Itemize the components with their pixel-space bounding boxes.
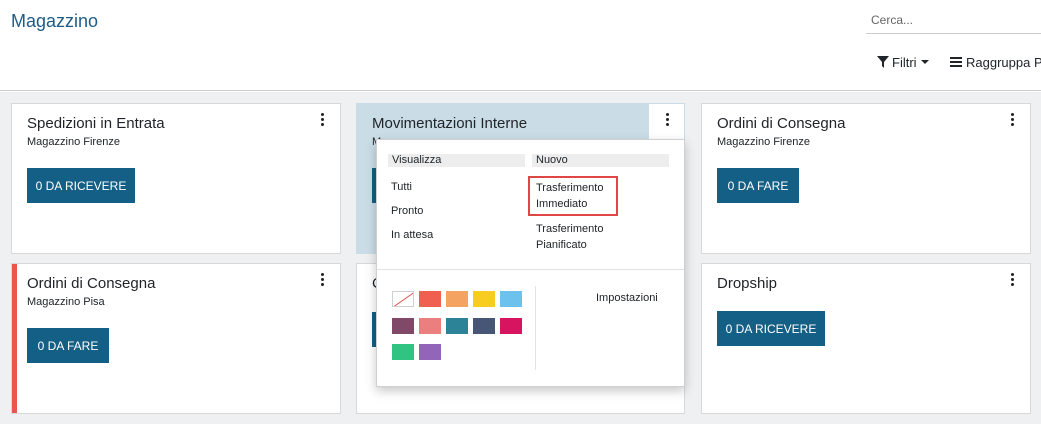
filters-button[interactable]: Filtri	[877, 52, 929, 72]
kebab-menu-icon[interactable]	[1009, 113, 1015, 126]
color-stripe	[12, 264, 17, 413]
kanban-card-spedizioni-in-entrata[interactable]: Spedizioni in Entrata Magazzino Firenze …	[11, 103, 341, 254]
to-receive-button[interactable]: 0 DA RICEVERE	[717, 311, 825, 346]
kebab-menu-icon[interactable]	[664, 113, 670, 126]
group-by-label: Raggruppa Per	[966, 54, 1041, 70]
search-box[interactable]	[866, 6, 1041, 34]
color-swatch[interactable]	[419, 344, 441, 360]
card-dropdown-menu: Visualizza Nuovo Tutti Pronto In attesa …	[376, 139, 685, 387]
card-subtitle: Magazzino Firenze	[717, 136, 810, 148]
group-by-button[interactable]: Raggruppa Per	[950, 52, 1041, 72]
to-do-button[interactable]: 0 DA FARE	[27, 328, 109, 363]
color-swatch-none[interactable]	[392, 291, 414, 307]
kebab-menu-icon[interactable]	[319, 273, 325, 286]
color-swatch[interactable]	[392, 344, 414, 360]
to-receive-button[interactable]: 0 DA RICEVERE	[27, 168, 135, 203]
card-subtitle: Magazzino Pisa	[27, 296, 105, 308]
view-ready-item[interactable]: Pronto	[391, 203, 423, 219]
filters-label: Filtri	[892, 54, 917, 70]
color-swatch[interactable]	[419, 318, 441, 334]
color-swatch[interactable]	[473, 291, 495, 307]
color-swatch[interactable]	[500, 318, 522, 334]
caret-down-icon	[920, 60, 929, 64]
kanban-card-dropship[interactable]: Dropship 0 DA RICEVERE	[701, 263, 1031, 414]
kanban-card-ordini-di-consegna-firenze[interactable]: Ordini di Consegna Magazzino Firenze 0 D…	[701, 103, 1031, 254]
new-planned-transfer-item[interactable]: Trasferimento Pianificato	[536, 221, 620, 253]
color-swatch[interactable]	[419, 291, 441, 307]
color-swatch[interactable]	[446, 291, 468, 307]
card-title: Ordini di Consegna	[717, 115, 846, 132]
settings-item[interactable]: Impostazioni	[596, 290, 658, 306]
card-title: Spedizioni in Entrata	[27, 115, 165, 132]
color-swatch[interactable]	[392, 318, 414, 334]
card-title: Ordini di Consegna	[27, 275, 156, 292]
color-swatch[interactable]	[500, 291, 522, 307]
new-section-header: Nuovo	[532, 154, 669, 167]
divider	[535, 286, 536, 370]
divider	[377, 269, 684, 270]
kebab-menu-icon[interactable]	[319, 113, 325, 126]
to-do-button[interactable]: 0 DA FARE	[717, 168, 799, 203]
color-swatch[interactable]	[473, 318, 495, 334]
new-immediate-transfer-item[interactable]: Trasferimento Immediato	[536, 180, 620, 212]
view-all-item[interactable]: Tutti	[391, 179, 412, 195]
page-title: Magazzino	[11, 11, 99, 31]
card-title: Movimentazioni Interne	[372, 115, 528, 132]
bars-icon	[950, 57, 962, 67]
kebab-menu-icon[interactable]	[1009, 273, 1015, 286]
card-subtitle: Magazzino Firenze	[27, 136, 120, 148]
view-section-header: Visualizza	[388, 154, 525, 167]
kanban-card-ordini-di-consegna-pisa[interactable]: Ordini di Consegna Magazzino Pisa 0 DA F…	[11, 263, 341, 414]
view-waiting-item[interactable]: In attesa	[391, 227, 433, 243]
filter-icon	[877, 56, 889, 68]
control-panel: Magazzino Filtri Raggruppa Per	[0, 0, 1041, 91]
color-swatch[interactable]	[446, 318, 468, 334]
search-input[interactable]	[866, 6, 1041, 33]
card-title: Dropship	[717, 275, 778, 292]
